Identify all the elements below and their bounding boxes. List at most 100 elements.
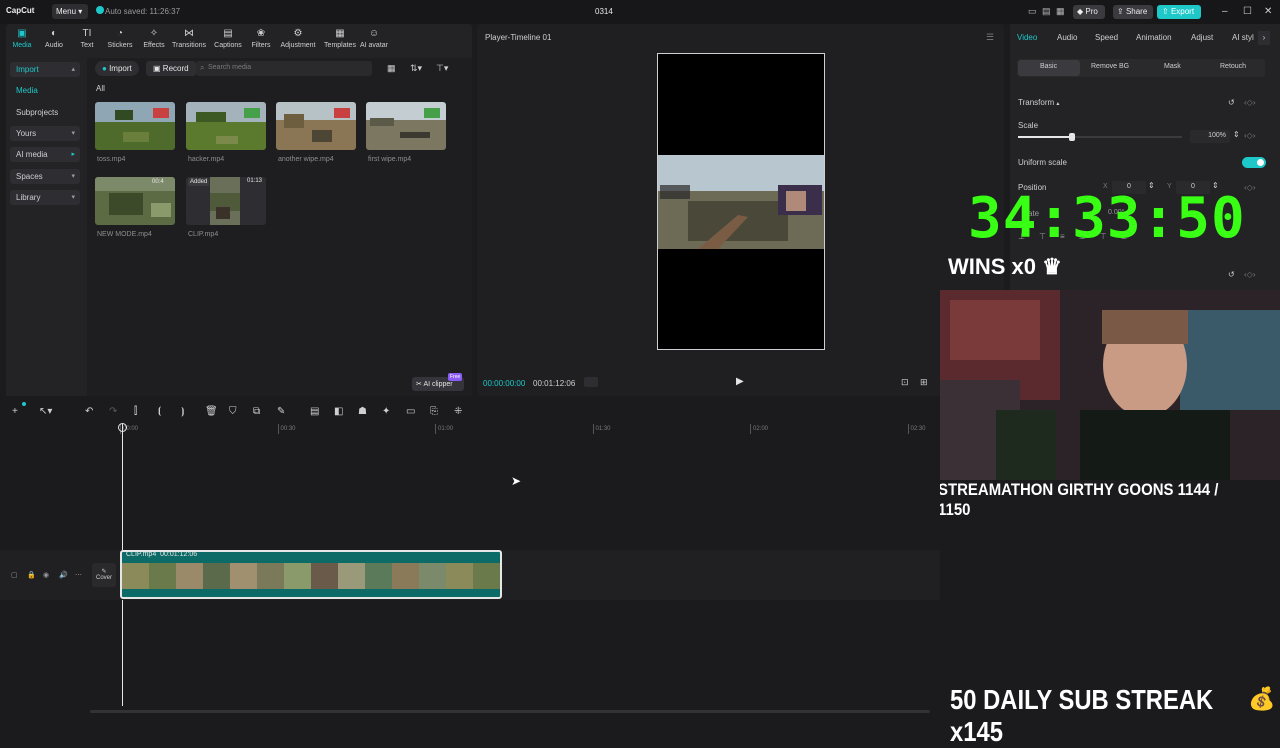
scale-slider-handle[interactable] bbox=[1069, 133, 1076, 141]
toolbar-item-label: Templates bbox=[324, 42, 356, 49]
export-button[interactable]: ⇧ Export bbox=[1157, 5, 1201, 19]
delete-icon[interactable]: 🗑 bbox=[205, 406, 218, 417]
pro-button[interactable]: ◆ Pro bbox=[1073, 5, 1105, 19]
keyframe-icon[interactable]: ‹◇› bbox=[1244, 270, 1255, 279]
cover-button[interactable]: ✎ Cover bbox=[92, 563, 116, 587]
sidebar-item-yours[interactable]: Yours ▾ bbox=[10, 126, 80, 141]
media-thumb-first-wipe[interactable] bbox=[366, 102, 446, 150]
sidebar-item-spaces[interactable]: Spaces ▾ bbox=[10, 169, 80, 184]
toolbar-item-stickers[interactable]: ◔ Stickers bbox=[102, 28, 138, 49]
subtab-mask[interactable]: Mask bbox=[1164, 63, 1181, 70]
close-icon[interactable]: ✕ bbox=[1264, 6, 1272, 17]
mirror-icon[interactable]: ◧ bbox=[334, 406, 343, 417]
tabs-next-icon[interactable]: › bbox=[1258, 31, 1270, 45]
toolbar-item-filters[interactable]: ❀ Filters bbox=[243, 28, 279, 49]
stepper-icon[interactable]: ⇕ bbox=[1233, 130, 1240, 139]
split-right-icon[interactable]: ⦘ bbox=[181, 406, 184, 417]
media-thumb-toss[interactable] bbox=[95, 102, 175, 150]
scale-value-field[interactable]: 100% bbox=[1190, 130, 1230, 143]
visibility-icon[interactable]: ◉ bbox=[43, 571, 49, 579]
undo-icon[interactable]: ↶ bbox=[85, 406, 93, 417]
caption-icon[interactable]: ▭ bbox=[406, 406, 415, 417]
filter-all-label[interactable]: All bbox=[96, 84, 105, 93]
uniform-scale-toggle[interactable] bbox=[1242, 157, 1266, 168]
menu-button[interactable]: Menu ▾ bbox=[52, 4, 88, 19]
sidebar-item-media[interactable]: Media bbox=[10, 83, 80, 98]
crop-icon[interactable]: ⧉ bbox=[253, 406, 260, 417]
keyframe-icon[interactable]: ‹◇› bbox=[1244, 131, 1255, 140]
share-button[interactable]: ⇪ Share bbox=[1113, 5, 1153, 19]
effects-icon: ✧ bbox=[149, 28, 159, 39]
crown-icon: ♛ bbox=[1042, 254, 1062, 279]
media-thumb-another-wipe[interactable] bbox=[276, 102, 356, 150]
timecode-mode-icon[interactable] bbox=[584, 377, 598, 387]
split-left-icon[interactable]: ⦗ bbox=[158, 406, 161, 417]
search-input[interactable]: Search media bbox=[196, 61, 372, 76]
toolbar-item-transitions[interactable]: ⋈ Transitions bbox=[171, 28, 207, 49]
export-frame-icon[interactable]: ⎘ bbox=[430, 406, 438, 417]
media-thumb-hacker[interactable] bbox=[186, 102, 266, 150]
tab-animation[interactable]: Animation bbox=[1136, 33, 1172, 42]
lock-icon[interactable]: 🔒 bbox=[27, 571, 36, 579]
subtab-retouch[interactable]: Retouch bbox=[1220, 63, 1246, 70]
shield-icon[interactable]: ⛉ bbox=[229, 406, 237, 417]
reset-icon[interactable]: ↺ bbox=[1228, 98, 1235, 107]
subtab-basic[interactable]: Basic bbox=[1040, 63, 1057, 70]
grid-view-icon[interactable]: ▦ bbox=[387, 63, 396, 74]
timeline-scrollbar[interactable] bbox=[90, 710, 930, 713]
smart-icon[interactable]: ⁜ bbox=[454, 406, 462, 417]
tab-audio[interactable]: Audio bbox=[1057, 33, 1077, 42]
webcam-feed bbox=[940, 290, 1280, 480]
toolbar-item-audio[interactable]: ◐ Audio bbox=[36, 28, 72, 49]
tab-speed[interactable]: Speed bbox=[1095, 33, 1118, 42]
subtab-remove-bg[interactable]: Remove BG bbox=[1091, 63, 1129, 70]
audio-mute-icon[interactable]: 🔊 bbox=[59, 571, 68, 579]
record-button[interactable]: ▣ Record bbox=[146, 61, 196, 76]
toolbar-item-ai-avatar[interactable]: ☺ AI avatar bbox=[356, 28, 392, 49]
transform-title: Transform bbox=[1018, 98, 1055, 107]
toolbar-item-adjustment[interactable]: ⚙ Adjustment bbox=[280, 28, 316, 49]
project-name[interactable]: 0314 bbox=[595, 7, 613, 16]
minimize-icon[interactable]: – bbox=[1222, 6, 1228, 17]
more-icon[interactable]: ⋯ bbox=[75, 571, 82, 579]
player-menu-icon[interactable]: ☰ bbox=[986, 32, 994, 43]
layout-icon[interactable]: ▭ bbox=[1028, 6, 1037, 17]
play-icon[interactable]: ▶ bbox=[736, 376, 744, 387]
split-icon[interactable]: ⫿ bbox=[134, 406, 137, 417]
toolbar-item-effects[interactable]: ✧ Effects bbox=[136, 28, 172, 49]
scale-slider[interactable] bbox=[1018, 136, 1182, 138]
select-tool-icon[interactable]: ↖▾ bbox=[39, 406, 52, 417]
toolbar-item-text[interactable]: TI Text bbox=[69, 28, 105, 49]
redo-icon[interactable]: ↷ bbox=[109, 406, 117, 417]
settings-icon[interactable]: ▦ bbox=[1056, 6, 1065, 17]
sidebar-item-ai-media[interactable]: AI media ▸ bbox=[10, 147, 80, 162]
edit-icon[interactable]: ✎ bbox=[277, 406, 285, 417]
tab-adjust[interactable]: Adjust bbox=[1191, 33, 1213, 42]
toolbar-item-media[interactable]: ▣ Media bbox=[4, 28, 40, 49]
tab-video[interactable]: Video bbox=[1017, 33, 1037, 42]
maximize-icon[interactable]: ☐ bbox=[1243, 6, 1252, 17]
tab-ai-style[interactable]: AI styl bbox=[1232, 33, 1254, 42]
toolbar-item-label: Text bbox=[80, 42, 94, 49]
person-icon[interactable]: ☗ bbox=[358, 406, 367, 417]
sidebar-item-library[interactable]: Library ▾ bbox=[10, 190, 80, 205]
add-track-icon[interactable]: + bbox=[12, 406, 18, 417]
track-select-icon[interactable]: ▢ bbox=[11, 571, 18, 579]
media-name: hacker.mp4 bbox=[188, 156, 225, 163]
freeze-icon[interactable]: ▤ bbox=[310, 406, 319, 417]
import-button[interactable]: ● Import bbox=[95, 61, 139, 76]
filter-icon[interactable]: ⊤▾ bbox=[436, 63, 448, 74]
ratio-icon[interactable]: ⊡ bbox=[901, 377, 909, 388]
keyframe-icon[interactable]: ‹◇› bbox=[1244, 98, 1255, 107]
sort-icon[interactable]: ⇅▾ bbox=[410, 63, 422, 74]
toolbar-item-templates[interactable]: ▦ Templates bbox=[322, 28, 358, 49]
shortcut-icon[interactable]: ▤ bbox=[1042, 6, 1051, 17]
keyframe-icon[interactable]: ‹◇› bbox=[1244, 183, 1255, 192]
sidebar-item-import[interactable]: Import ▴ bbox=[10, 62, 80, 77]
reset-icon[interactable]: ↺ bbox=[1228, 270, 1235, 279]
magic-icon[interactable]: ✦ bbox=[382, 406, 390, 417]
transform-section-title[interactable]: Transform ▴ bbox=[1018, 98, 1059, 107]
fullscreen-icon[interactable]: ⊞ bbox=[920, 377, 928, 388]
sidebar-item-subprojects[interactable]: Subprojects bbox=[10, 105, 80, 120]
toolbar-item-captions[interactable]: ▤ Captions bbox=[210, 28, 246, 49]
